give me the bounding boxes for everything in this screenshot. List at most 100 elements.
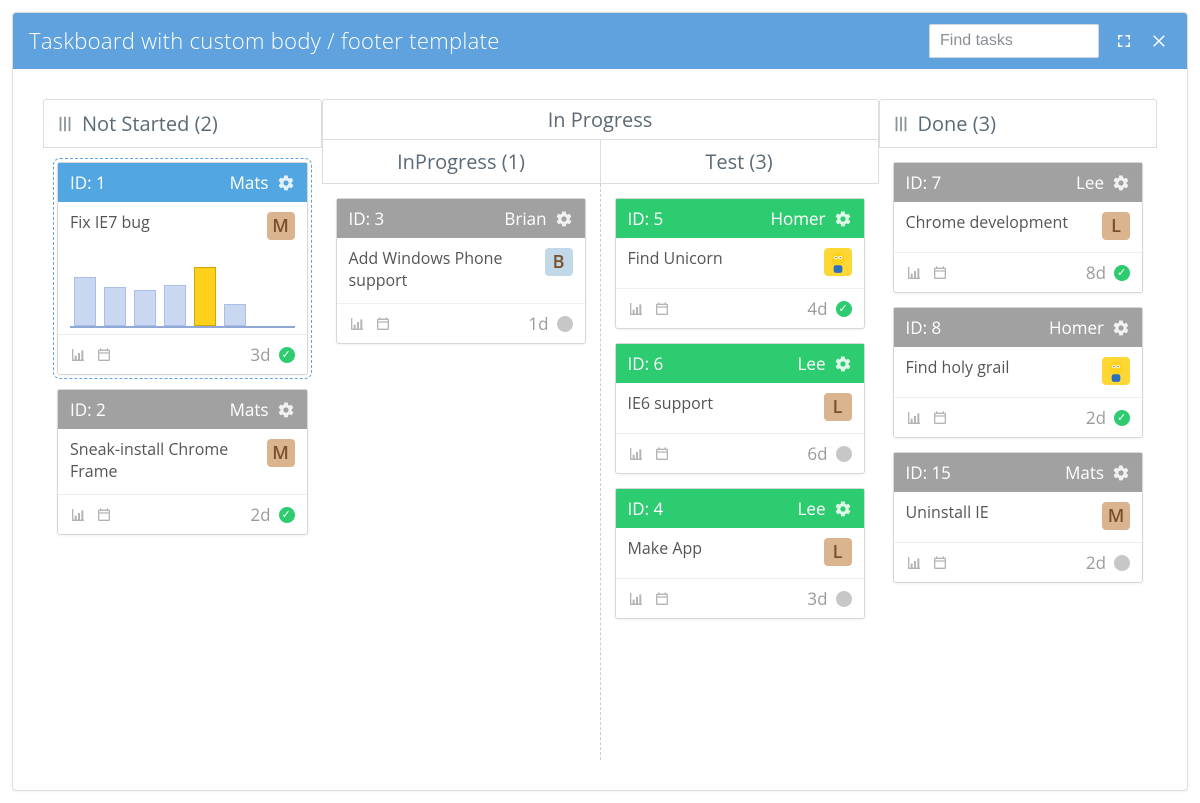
avatar: L	[824, 538, 852, 566]
expand-icon[interactable]	[1113, 30, 1135, 52]
card-header[interactable]: ID: 6Lee	[616, 344, 864, 383]
calendar-icon[interactable]	[375, 316, 391, 332]
card-assignee: Brian	[504, 207, 546, 230]
calendar-icon[interactable]	[932, 555, 948, 571]
card-title: Make App	[628, 538, 814, 560]
card-duration: 3d	[250, 343, 270, 366]
card-body: Find Unicorn	[616, 238, 864, 288]
card-duration: 6d	[807, 442, 827, 465]
calendar-icon[interactable]	[654, 591, 670, 607]
search-input[interactable]	[929, 24, 1099, 58]
task-card[interactable]: ID: 5HomerFind Unicorn4d	[615, 198, 865, 329]
status-indicator	[279, 507, 295, 523]
task-card[interactable]: ID: 2Mats Sneak-install Chrome Frame M 2d	[57, 389, 308, 535]
calendar-icon[interactable]	[96, 507, 112, 523]
card-header[interactable]: ID: 2Mats	[58, 390, 307, 429]
task-card[interactable]: ID: 6LeeIE6 supportL6d	[615, 343, 865, 474]
card-header[interactable]: ID: 4 Lee	[616, 489, 864, 528]
column-body[interactable]: ID: 3BrianAdd Windows Phone supportB1d	[322, 184, 600, 760]
card-duration: 2d	[250, 503, 270, 526]
card-title: Find Unicorn	[628, 248, 814, 270]
gear-icon[interactable]	[834, 355, 852, 373]
chart-icon[interactable]	[906, 410, 922, 426]
card-footer: 6d	[616, 433, 864, 473]
card-header[interactable]: ID: 5Homer	[616, 199, 864, 238]
card-id: ID: 1	[70, 171, 106, 194]
chart-icon[interactable]	[906, 555, 922, 571]
close-icon[interactable]	[1149, 30, 1171, 52]
column-body[interactable]: ID: 7LeeChrome developmentL8d ID: 8Homer F…	[879, 148, 1158, 760]
chart-icon[interactable]	[70, 347, 86, 363]
subcolumn-header[interactable]: InProgress (1)	[322, 139, 601, 184]
column-header[interactable]: In Progress	[322, 99, 879, 139]
card-title: Sneak-install Chrome Frame	[70, 439, 257, 482]
card-header[interactable]: ID: 15Mats	[894, 453, 1143, 492]
gear-icon[interactable]	[277, 401, 295, 419]
status-indicator	[557, 316, 573, 332]
gear-icon[interactable]	[277, 174, 295, 192]
task-card[interactable]: ID: 1MatsFix IE7 bugM3d	[57, 162, 308, 375]
task-card[interactable]: ID: 3BrianAdd Windows Phone supportB1d	[336, 198, 586, 344]
card-title: Find holy grail	[906, 357, 1093, 379]
column-done: Done (3) ID: 7LeeChrome developmentL8dID…	[879, 99, 1158, 760]
card-assignee: Lee	[798, 352, 826, 375]
gear-icon[interactable]	[1112, 319, 1130, 337]
column-title: Not Started (2)	[82, 110, 218, 137]
task-card[interactable]: ID: 7LeeChrome developmentL8d	[893, 162, 1144, 293]
chart-icon[interactable]	[628, 301, 644, 317]
column-header[interactable]: Not Started (2)	[43, 99, 322, 148]
card-id: ID: 2	[70, 398, 106, 421]
kanban-board: Not Started (2) ID: 1MatsFix IE7 bugM3dI…	[13, 69, 1187, 790]
calendar-icon[interactable]	[932, 410, 948, 426]
card-header[interactable]: ID: 1Mats	[58, 163, 307, 202]
drag-handle-icon[interactable]	[58, 115, 72, 133]
card-duration: 8d	[1086, 261, 1106, 284]
chart-icon[interactable]	[349, 316, 365, 332]
status-indicator	[836, 591, 852, 607]
avatar: L	[824, 393, 852, 421]
column-body[interactable]: ID: 5HomerFind Unicorn4dID: 6LeeIE6 supp…	[600, 184, 879, 760]
card-footer: 3d	[58, 334, 307, 374]
column-header[interactable]: Done (3)	[879, 99, 1158, 148]
calendar-icon[interactable]	[96, 347, 112, 363]
column-body[interactable]: ID: 1MatsFix IE7 bugM3d ID: 2Mats Sneak-in…	[43, 148, 322, 760]
column-not-started: Not Started (2) ID: 1MatsFix IE7 bugM3dI…	[43, 99, 322, 760]
chart-icon[interactable]	[628, 591, 644, 607]
gear-icon[interactable]	[1112, 174, 1130, 192]
gear-icon[interactable]	[834, 500, 852, 518]
gear-icon[interactable]	[834, 210, 852, 228]
status-indicator	[279, 347, 295, 363]
card-body: Make App L	[616, 528, 864, 578]
card-assignee: Lee	[798, 497, 826, 520]
card-footer: 2d	[894, 542, 1143, 582]
card-footer: 2d	[58, 494, 307, 534]
avatar	[1102, 357, 1130, 385]
status-indicator	[1114, 410, 1130, 426]
calendar-icon[interactable]	[654, 301, 670, 317]
card-header[interactable]: ID: 8Homer	[894, 308, 1143, 347]
chart-icon[interactable]	[628, 446, 644, 462]
task-card[interactable]: ID: 4 Lee Make App L 3d	[615, 488, 865, 619]
gear-icon[interactable]	[1112, 464, 1130, 482]
card-header[interactable]: ID: 3Brian	[337, 199, 585, 238]
calendar-icon[interactable]	[932, 265, 948, 281]
gear-icon[interactable]	[555, 210, 573, 228]
calendar-icon[interactable]	[654, 446, 670, 462]
task-card[interactable]: ID: 15MatsUninstall IEM2d	[893, 452, 1144, 583]
card-body: Add Windows Phone supportB	[337, 238, 585, 303]
card-duration: 3d	[807, 587, 827, 610]
chart-icon[interactable]	[906, 265, 922, 281]
card-id: ID: 4	[628, 497, 664, 520]
status-indicator	[1114, 265, 1130, 281]
card-header[interactable]: ID: 7Lee	[894, 163, 1143, 202]
card-footer: 1d	[337, 303, 585, 343]
card-duration: 2d	[1086, 551, 1106, 574]
chart-icon[interactable]	[70, 507, 86, 523]
task-card[interactable]: ID: 8Homer Find holy grail 2d	[893, 307, 1144, 438]
card-id: ID: 7	[906, 171, 942, 194]
status-indicator	[1114, 555, 1130, 571]
drag-handle-icon[interactable]	[894, 115, 908, 133]
card-footer: 2d	[894, 397, 1143, 437]
subcolumn-header[interactable]: Test (3)	[601, 139, 879, 184]
avatar: M	[267, 439, 295, 467]
